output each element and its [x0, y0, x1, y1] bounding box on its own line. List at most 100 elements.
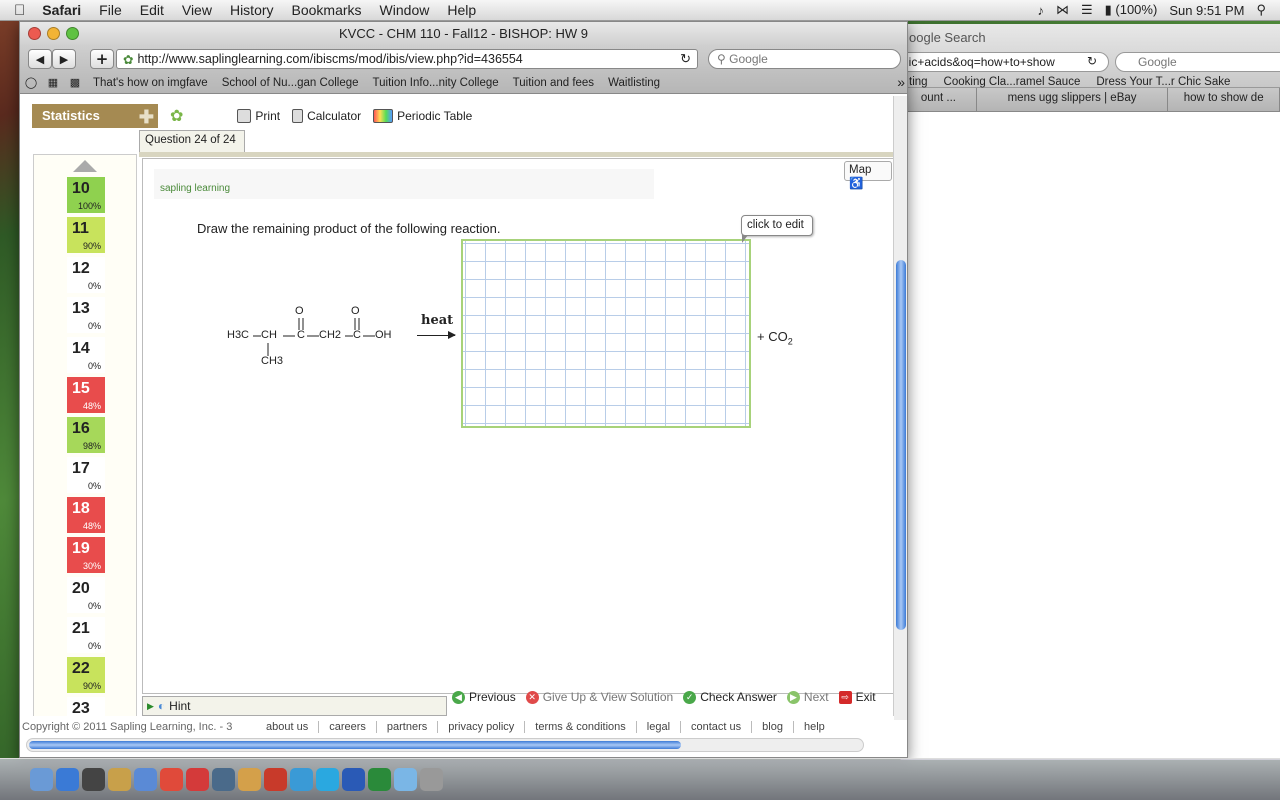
more-bookmarks-icon[interactable]: »	[897, 74, 905, 90]
horizontal-scrollbar[interactable]	[26, 738, 864, 752]
skype-icon[interactable]	[316, 768, 339, 791]
bg-bookmark[interactable]: Dress Your T...r Chic Sake	[1096, 76, 1230, 92]
search-field[interactable]: ⚲ Google	[708, 49, 901, 69]
bluetooth-icon[interactable]: ⋈	[1056, 2, 1069, 18]
scroll-up-arrow-icon[interactable]	[73, 160, 97, 172]
question-nav-item[interactable]: 19 30%	[67, 537, 105, 573]
bg-search-field[interactable]: Google	[1115, 52, 1280, 72]
finder-icon[interactable]	[30, 768, 53, 791]
drawing-canvas[interactable]	[461, 239, 751, 428]
footer-link[interactable]: partners	[377, 721, 439, 733]
bookmark-item[interactable]: Waitlisting	[601, 77, 667, 89]
dashboard-icon[interactable]	[82, 768, 105, 791]
print-button[interactable]: Print	[237, 109, 280, 123]
menu-window[interactable]: Window	[371, 2, 439, 18]
menu-edit[interactable]: Edit	[131, 2, 173, 18]
footer-link[interactable]: terms & conditions	[525, 721, 637, 733]
close-window-button[interactable]	[28, 27, 41, 40]
wifi-icon[interactable]: ☰	[1081, 2, 1093, 18]
office-icon[interactable]	[264, 768, 287, 791]
question-nav-item[interactable]: 15 48%	[67, 377, 105, 413]
statistics-button[interactable]: Statistics ✚	[32, 104, 158, 128]
next-button[interactable]: ▶ Next	[786, 690, 829, 704]
footer-link[interactable]: blog	[752, 721, 794, 733]
bookmarks-book-icon[interactable]: ▦	[42, 76, 64, 89]
menu-app-name[interactable]: Safari	[33, 2, 90, 18]
bookmark-item[interactable]: School of Nu...gan College	[215, 77, 366, 89]
question-strip	[139, 152, 894, 157]
periodic-table-button[interactable]: Periodic Table	[373, 109, 472, 123]
bg-bookmark[interactable]: ting	[909, 76, 928, 92]
site-favicon: ✿	[123, 52, 134, 67]
menu-file[interactable]: File	[90, 2, 131, 18]
word-icon[interactable]	[342, 768, 365, 791]
footer-link[interactable]: careers	[319, 721, 377, 733]
question-nav-item[interactable]: 22 90%	[67, 657, 105, 693]
safari-icon[interactable]	[56, 768, 79, 791]
background-browser-window[interactable]: oogle Search lic+acids&oq=how+to+show ↻ …	[900, 24, 1280, 760]
question-number: 22	[72, 660, 90, 677]
horizontal-scroll-thumb[interactable]	[29, 741, 681, 749]
click-to-edit-tooltip[interactable]: click to edit	[741, 215, 813, 243]
facetime-icon[interactable]	[212, 768, 235, 791]
map-button[interactable]: Map ♿	[844, 161, 892, 190]
question-nav-item[interactable]: 13 0%	[67, 297, 105, 333]
folder-icon[interactable]	[394, 768, 417, 791]
minimize-window-button[interactable]	[47, 27, 60, 40]
question-nav-item[interactable]: 10 100%	[67, 177, 105, 213]
hint-button[interactable]: ▶ ◐ Hint	[142, 696, 447, 716]
bookmark-item[interactable]: Tuition and fees	[506, 77, 601, 89]
bg-reload-icon[interactable]: ↻	[1087, 54, 1097, 68]
bg-url-field[interactable]: lic+acids&oq=how+to+show	[901, 52, 1109, 72]
exit-button[interactable]: ⇨ Exit	[838, 690, 876, 704]
question-nav-item[interactable]: 18 48%	[67, 497, 105, 533]
vertical-scrollbar[interactable]	[893, 96, 907, 720]
footer-link[interactable]: legal	[637, 721, 682, 733]
menu-history[interactable]: History	[221, 2, 283, 18]
menu-help[interactable]: Help	[438, 2, 485, 18]
check-answer-button[interactable]: ✓ Check Answer	[683, 690, 777, 704]
chrome-icon[interactable]	[160, 768, 183, 791]
reading-list-icon[interactable]: ◯	[20, 76, 42, 89]
app-store-icon[interactable]	[290, 768, 313, 791]
footer-link[interactable]: help	[794, 721, 835, 733]
forward-button[interactable]: ▶	[52, 49, 76, 69]
preview-icon[interactable]	[108, 768, 131, 791]
question-nav-item[interactable]: 17 0%	[67, 457, 105, 493]
question-nav-item[interactable]: 21 0%	[67, 617, 105, 653]
calculator-button[interactable]: Calculator	[292, 109, 361, 123]
zoom-window-button[interactable]	[66, 27, 79, 40]
volume-icon[interactable]: ♪	[1037, 3, 1044, 18]
calendar-icon[interactable]	[186, 768, 209, 791]
excel-icon[interactable]	[368, 768, 391, 791]
question-nav-item[interactable]: 20 0%	[67, 577, 105, 613]
question-nav-item[interactable]: 14 0%	[67, 337, 105, 373]
photo-icon[interactable]	[238, 768, 261, 791]
menu-view[interactable]: View	[173, 2, 221, 18]
battery-status[interactable]: ▮ (100%)	[1105, 2, 1158, 18]
question-nav-item[interactable]: 11 90%	[67, 217, 105, 253]
bookmark-item[interactable]: That's how on imgfave	[86, 77, 215, 89]
reload-icon[interactable]: ↻	[680, 51, 691, 67]
spotlight-icon[interactable]: ⚲	[1256, 2, 1266, 18]
footer-link[interactable]: about us	[256, 721, 320, 733]
footer-link[interactable]: privacy policy	[438, 721, 526, 733]
itunes-icon[interactable]	[134, 768, 157, 791]
vertical-scroll-thumb[interactable]	[896, 260, 906, 630]
top-sites-icon[interactable]: ▩	[64, 76, 86, 89]
search-placeholder: Google	[729, 52, 768, 66]
url-field[interactable]: ✿ http://www.saplinglearning.com/ibiscms…	[116, 49, 698, 69]
give-up-button[interactable]: ✕ Give Up & View Solution	[525, 690, 673, 704]
menu-clock[interactable]: Sun 9:51 PM	[1169, 3, 1244, 18]
bookmark-item[interactable]: Tuition Info...nity College	[366, 77, 506, 89]
apple-menu-icon[interactable]: 	[0, 2, 33, 19]
question-nav-item[interactable]: 16 98%	[67, 417, 105, 453]
question-nav-item[interactable]: 12 0%	[67, 257, 105, 293]
previous-button[interactable]: ◀ Previous	[452, 690, 516, 704]
menu-bookmarks[interactable]: Bookmarks	[283, 2, 371, 18]
trash-icon[interactable]	[420, 768, 443, 791]
add-bookmark-button[interactable]: +	[90, 49, 114, 69]
back-button[interactable]: ◀	[28, 49, 52, 69]
bg-bookmark[interactable]: Cooking Cla...ramel Sauce	[944, 76, 1081, 92]
footer-link[interactable]: contact us	[681, 721, 753, 733]
